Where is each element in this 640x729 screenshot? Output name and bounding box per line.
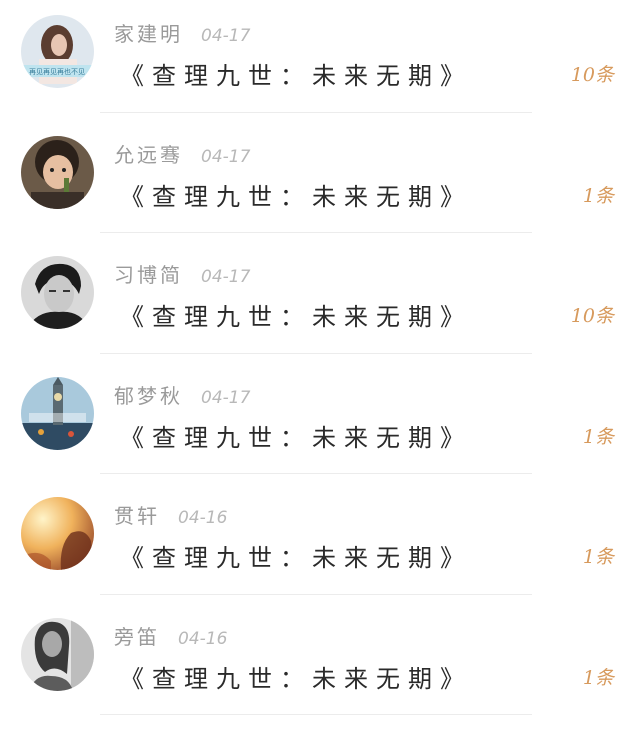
avatar[interactable] [21,135,94,209]
avatar[interactable] [21,617,94,691]
avatar-caption: 再见再见再也不见 [29,67,85,76]
comment-count[interactable]: 1条 [583,422,614,449]
author-name: 允远骞 [114,142,183,167]
post-date: 04-16 [178,628,228,649]
monochrome-woman-avatar [21,617,94,691]
message-list: 再见再见再也不见 家建明 04-17 《查理九世：未来无期》 10条 允远骞 0… [0,0,640,729]
post-date: 04-16 [178,508,228,528]
list-item[interactable]: 习博简 04-17 《查理九世：未来无期》 10条 [0,241,640,362]
divider [100,232,532,233]
item-title[interactable]: 《查理九世：未来无期》 [120,297,472,332]
list-item[interactable]: 允远骞 04-17 《查理九世：未来无期》 1条 [0,121,640,242]
item-title[interactable]: 《查理九世：未来无期》 [120,177,472,212]
post-date: 04-17 [201,387,251,408]
big-ben-avatar [21,376,94,450]
item-title[interactable]: 《查理九世：未来无期》 [120,538,472,573]
comment-count[interactable]: 1条 [583,542,614,569]
comment-count[interactable]: 10条 [571,301,614,328]
author-name: 郁梦秋 [114,383,183,408]
avatar[interactable] [21,497,94,570]
avatar[interactable] [21,376,94,450]
divider [100,714,532,715]
man-portrait-avatar [21,256,94,329]
item-meta: 允远骞 04-17 [114,139,250,169]
comment-count[interactable]: 1条 [583,181,614,208]
post-date: 04-17 [201,26,251,46]
avatar[interactable] [21,256,94,329]
author-name: 习博简 [114,263,183,287]
author-name: 贯轩 [114,504,160,528]
divider [100,473,532,474]
item-meta: 郁梦秋 04-17 [114,380,250,410]
author-name: 旁笛 [114,624,160,649]
divider [100,593,532,595]
list-item[interactable]: 贯轩 04-16 《查理九世：未来无期》 1条 [0,482,640,603]
sunset-silhouette-avatar [21,497,94,570]
post-date: 04-17 [201,146,251,167]
divider [100,111,532,113]
author-name: 家建明 [114,22,183,46]
girl-with-caption-avatar: 再见再见再也不见 [21,15,94,88]
divider [100,352,532,354]
post-date: 04-17 [201,267,251,287]
item-title[interactable]: 《查理九世：未来无期》 [120,418,472,453]
comment-count[interactable]: 10条 [571,60,614,87]
item-meta: 家建明 04-17 [114,18,250,48]
comment-count[interactable]: 1条 [583,663,614,690]
avatar[interactable]: 再见再见再也不见 [21,15,94,88]
item-meta: 贯轩 04-16 [114,500,227,530]
list-item[interactable]: 郁梦秋 04-17 《查理九世：未来无期》 1条 [0,362,640,483]
child-avatar [21,135,94,209]
item-meta: 旁笛 04-16 [114,621,227,651]
list-item[interactable]: 再见再见再也不见 家建明 04-17 《查理九世：未来无期》 10条 [0,0,640,121]
item-title[interactable]: 《查理九世：未来无期》 [120,659,472,694]
item-title[interactable]: 《查理九世：未来无期》 [120,56,472,91]
item-meta: 习博简 04-17 [114,259,250,289]
list-item[interactable]: 旁笛 04-16 《查理九世：未来无期》 1条 [0,603,640,724]
